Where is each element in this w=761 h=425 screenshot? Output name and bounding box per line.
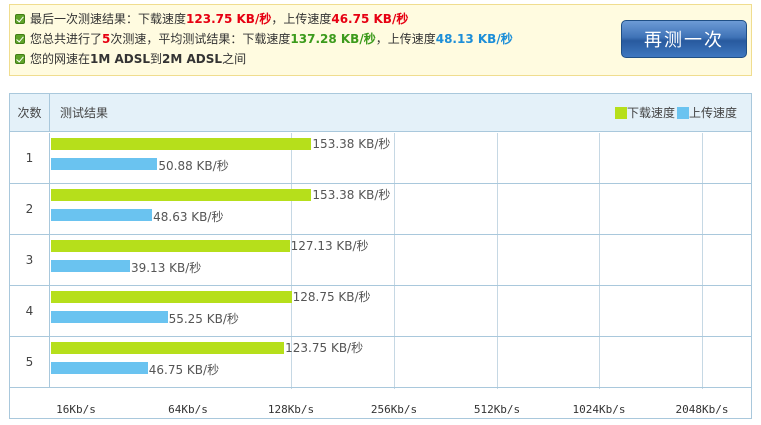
download-bar: [51, 342, 285, 354]
download-speed-label: 128.75 KB/秒: [292, 290, 371, 304]
last-download-speed: 123.75 KB/秒: [186, 12, 272, 26]
check-icon: [15, 14, 25, 24]
retest-button[interactable]: 再测一次: [621, 20, 747, 58]
upload-bar: [51, 158, 158, 170]
row-number: 5: [10, 337, 50, 387]
download-speed-label: 153.38 KB/秒: [312, 188, 391, 202]
upload-speed-label: 39.13 KB/秒: [130, 261, 202, 275]
axis-tick-label: 16Kb/s: [56, 403, 96, 416]
result-row: 2 153.38 KB/秒 48.63 KB/秒: [10, 184, 751, 235]
row-number: 1: [10, 133, 50, 183]
average-download-speed: 137.28 KB/秒: [290, 32, 376, 46]
last-upload-speed: 46.75 KB/秒: [331, 12, 409, 26]
bandwidth-low: 1M ADSL: [90, 52, 151, 66]
upload-speed-label: 48.63 KB/秒: [153, 210, 224, 224]
download-bar: [51, 291, 292, 303]
axis-tick-label: 2048Kb/s: [675, 403, 729, 416]
upload-bar: [51, 362, 148, 374]
upload-bar: [51, 311, 168, 323]
legend-upload-label: 上传速度: [688, 106, 737, 120]
axis-tick-label: 256Kb/s: [370, 403, 418, 416]
row-number: 3: [10, 235, 50, 285]
check-icon: [15, 54, 25, 64]
result-row: 5 123.75 KB/秒 46.75 KB/秒: [10, 337, 751, 388]
summary-last-result: 最后一次测速结果：下载速度123.75 KB/秒，上传速度46.75 KB/秒: [15, 10, 408, 28]
column-header-count: 次数: [10, 94, 50, 132]
legend-upload-swatch: [676, 107, 689, 119]
axis-tick-label: 64Kb/s: [168, 403, 208, 416]
chart-legend: 下载速度 上传速度: [614, 106, 737, 120]
column-header-result: 测试结果: [60, 106, 109, 120]
download-bar: [51, 240, 290, 252]
row-number: 4: [10, 286, 50, 336]
row-number: 2: [10, 184, 50, 234]
download-speed-label: 153.38 KB/秒: [312, 137, 391, 151]
upload-speed-label: 55.25 KB/秒: [168, 312, 239, 326]
summary-bandwidth-range: 您的网速在1M ADSL到2M ADSL之间: [15, 50, 246, 68]
axis-tick-label: 512Kb/s: [473, 403, 521, 416]
summary-average-result: 您总共进行了5次测速，平均测试结果：下载速度137.28 KB/秒，上传速度48…: [15, 30, 513, 48]
upload-speed-label: 50.88 KB/秒: [158, 159, 229, 173]
upload-bar: [51, 260, 130, 272]
download-speed-label: 123.75 KB/秒: [285, 341, 364, 355]
result-row: 1 153.38 KB/秒 50.88 KB/秒: [10, 133, 751, 184]
axis-tick-label: 1024Kb/s: [572, 403, 626, 416]
results-header: 次数 测试结果 下载速度 上传速度: [10, 94, 751, 132]
download-speed-label: 127.13 KB/秒: [290, 239, 369, 253]
average-upload-speed: 48.13 KB/秒: [435, 32, 513, 46]
check-icon: [15, 34, 25, 44]
legend-download-swatch: [614, 107, 627, 119]
upload-bar: [51, 209, 153, 221]
results-table: 次数 测试结果 下载速度 上传速度 1 153.38 KB/秒 50.88 KB/秒 2…: [9, 93, 752, 419]
axis-tick-label: 128Kb/s: [267, 403, 315, 416]
legend-download-label: 下载速度: [626, 106, 675, 120]
result-row: 4 128.75 KB/秒 55.25 KB/秒: [10, 286, 751, 337]
download-bar: [51, 189, 312, 201]
download-bar: [51, 138, 312, 150]
result-row: 3 127.13 KB/秒 39.13 KB/秒: [10, 235, 751, 286]
bandwidth-high: 2M ADSL: [162, 52, 223, 66]
upload-speed-label: 46.75 KB/秒: [148, 363, 220, 377]
